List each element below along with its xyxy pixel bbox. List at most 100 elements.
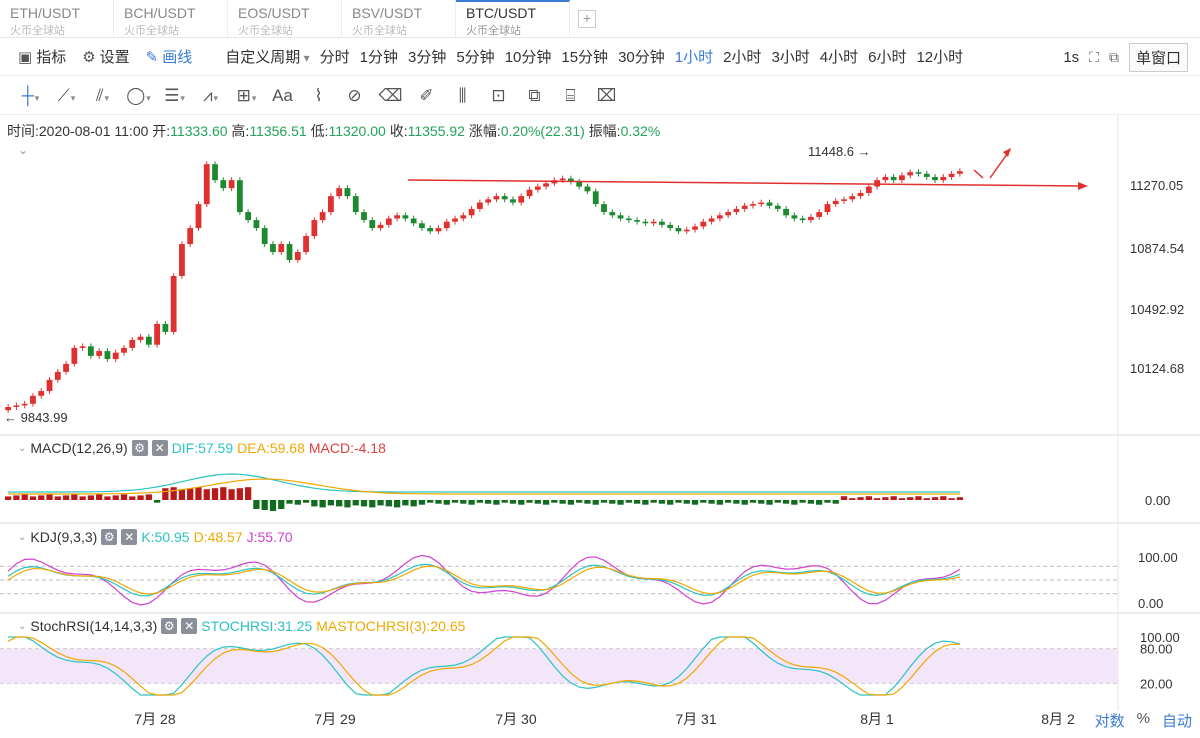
candle-body (228, 180, 235, 189)
parallel-channel-icon[interactable]: ⫽▾ (86, 86, 119, 106)
collapse-icon[interactable]: ⌄ (18, 443, 26, 454)
candle-body (526, 189, 533, 197)
interval-label[interactable]: 1s (1063, 49, 1079, 66)
brush-icon[interactable]: ⌇ (302, 86, 335, 106)
macd-bar (104, 496, 111, 500)
trend-line-icon[interactable]: ⟋▾ (50, 86, 83, 106)
magnet-icon[interactable]: ⊘ (338, 86, 371, 106)
period-5[interactable]: 15分钟 (556, 46, 613, 67)
candle-body (270, 244, 276, 253)
price-chart[interactable]: 0.00 100.000.00 100.0080.0020.00 11270.0… (0, 115, 1200, 738)
period-3[interactable]: 5分钟 (451, 46, 499, 67)
candle-body (576, 181, 583, 187)
wave-icon[interactable]: ⩘▾ (194, 86, 227, 106)
candle-body (112, 352, 119, 360)
ellipse-icon[interactable]: ◯▾ (122, 86, 155, 106)
gear-icon[interactable]: ⚙ (131, 440, 148, 456)
candle-body (344, 188, 351, 197)
stochrsi-axis-label: 80.00 (1140, 642, 1173, 657)
period-6[interactable]: 30分钟 (613, 46, 670, 67)
popout-icon[interactable]: ⧉ (1109, 49, 1119, 66)
macd-bar (278, 500, 285, 509)
text-icon[interactable]: Aa (266, 86, 299, 106)
candle-body (319, 212, 326, 221)
eraser-icon[interactable]: ⌫ (374, 86, 407, 106)
auto-scale-button[interactable]: 自动 (1162, 710, 1192, 731)
log-scale-button[interactable]: 对数 (1095, 710, 1125, 731)
gear-icon[interactable]: ⚙ (101, 529, 118, 545)
close-icon[interactable]: ✕ (121, 529, 138, 545)
dif-value: DIF:57.59 (171, 440, 234, 456)
candle-body (394, 215, 400, 219)
candle-body (534, 186, 541, 190)
candle-body (468, 208, 475, 216)
price-tick-label: 10492.92 (1130, 302, 1184, 317)
period-7[interactable]: 1小时 (670, 46, 718, 67)
macd-bar (741, 500, 748, 505)
fullscreen-icon[interactable]: ⛶ (1089, 49, 1099, 66)
fibonacci-icon[interactable]: ☰▾ (158, 86, 191, 106)
candle-body (79, 346, 86, 348)
candle-body (899, 175, 905, 181)
period-1[interactable]: 1分钟 (355, 46, 403, 67)
candle-body (336, 188, 343, 197)
delete-icon[interactable]: ⌧ (590, 86, 623, 106)
period-8[interactable]: 2小时 (718, 46, 766, 67)
percent-scale-button[interactable]: % (1137, 710, 1150, 731)
candle-body (659, 221, 665, 225)
window-mode-select[interactable]: 单窗口 (1128, 42, 1188, 72)
dif-line (8, 473, 960, 493)
tab-btc-usdt[interactable]: BTC/USDT 火币全球站 (456, 0, 570, 37)
candle-body (476, 202, 483, 209)
candle-body (617, 215, 624, 219)
measure-icon[interactable]: ⊞▾ (230, 86, 263, 106)
close-icon[interactable]: ✕ (181, 618, 198, 634)
macd-bar (840, 496, 848, 500)
period-2[interactable]: 3分钟 (403, 46, 451, 67)
scale-controls: 对数 % 自动 (1095, 710, 1192, 731)
macd-bar (485, 500, 492, 504)
tab-eth-usdt[interactable]: ETH/USDT 火币全球站 (0, 0, 114, 37)
period-11[interactable]: 6小时 (863, 46, 911, 67)
pattern-icon[interactable]: ⫼ (446, 86, 479, 106)
mastochrsi-value: MASTOCHRSI(3):20.65 (316, 618, 466, 634)
indicators-button[interactable]: ▣ 指标 (0, 46, 74, 67)
close-icon[interactable]: ✕ (151, 440, 168, 456)
gear-icon[interactable]: ⚙ (161, 618, 178, 634)
collapse-icon[interactable]: ⌄ (18, 532, 26, 543)
tab-bch-usdt[interactable]: BCH/USDT 火币全球站 (114, 0, 228, 37)
tab-eos-usdt[interactable]: EOS/USDT 火币全球站 (228, 0, 342, 37)
period-0[interactable]: 分时 (315, 46, 355, 67)
settings-button[interactable]: ⚙ 设置 (74, 46, 137, 67)
period-9[interactable]: 3小时 (766, 46, 814, 67)
candle-body (38, 391, 45, 396)
candle-body (683, 229, 690, 232)
candle-body (783, 208, 789, 216)
macd-bar (5, 496, 12, 500)
collapse-icon[interactable]: ⌄ (18, 621, 26, 632)
candle-body (601, 204, 607, 213)
tab-bsv-usdt[interactable]: BSV/USDT 火币全球站 (342, 0, 456, 37)
screenshot-icon[interactable]: ⌸ (554, 86, 587, 106)
add-tab-icon[interactable]: + (578, 10, 596, 28)
candle-body (236, 180, 243, 213)
custom-period-dropdown[interactable]: 自定义周期 (220, 46, 314, 67)
tab-exchange: 火币全球站 (124, 25, 179, 37)
pen-icon[interactable]: ✐ (410, 86, 443, 106)
candle-body (634, 220, 640, 222)
macd-bar (153, 500, 161, 503)
macd-bar (21, 494, 28, 500)
macd-bar (642, 500, 649, 505)
period-10[interactable]: 4小时 (815, 46, 863, 67)
copy-icon[interactable]: ⧉ (518, 86, 551, 106)
period-4[interactable]: 10分钟 (500, 46, 557, 67)
settings-label: 设置 (99, 49, 130, 66)
lock-icon[interactable]: ⊡ (482, 86, 515, 106)
period-12[interactable]: 12小时 (911, 46, 968, 67)
crosshair-icon[interactable]: ┼▾ (14, 86, 47, 106)
candle-body (510, 199, 516, 203)
draw-button[interactable]: ✎ 画线 (138, 46, 201, 67)
candle-body (419, 223, 425, 229)
candle-body (162, 323, 169, 332)
tab-pair: ETH/USDT (10, 5, 80, 21)
